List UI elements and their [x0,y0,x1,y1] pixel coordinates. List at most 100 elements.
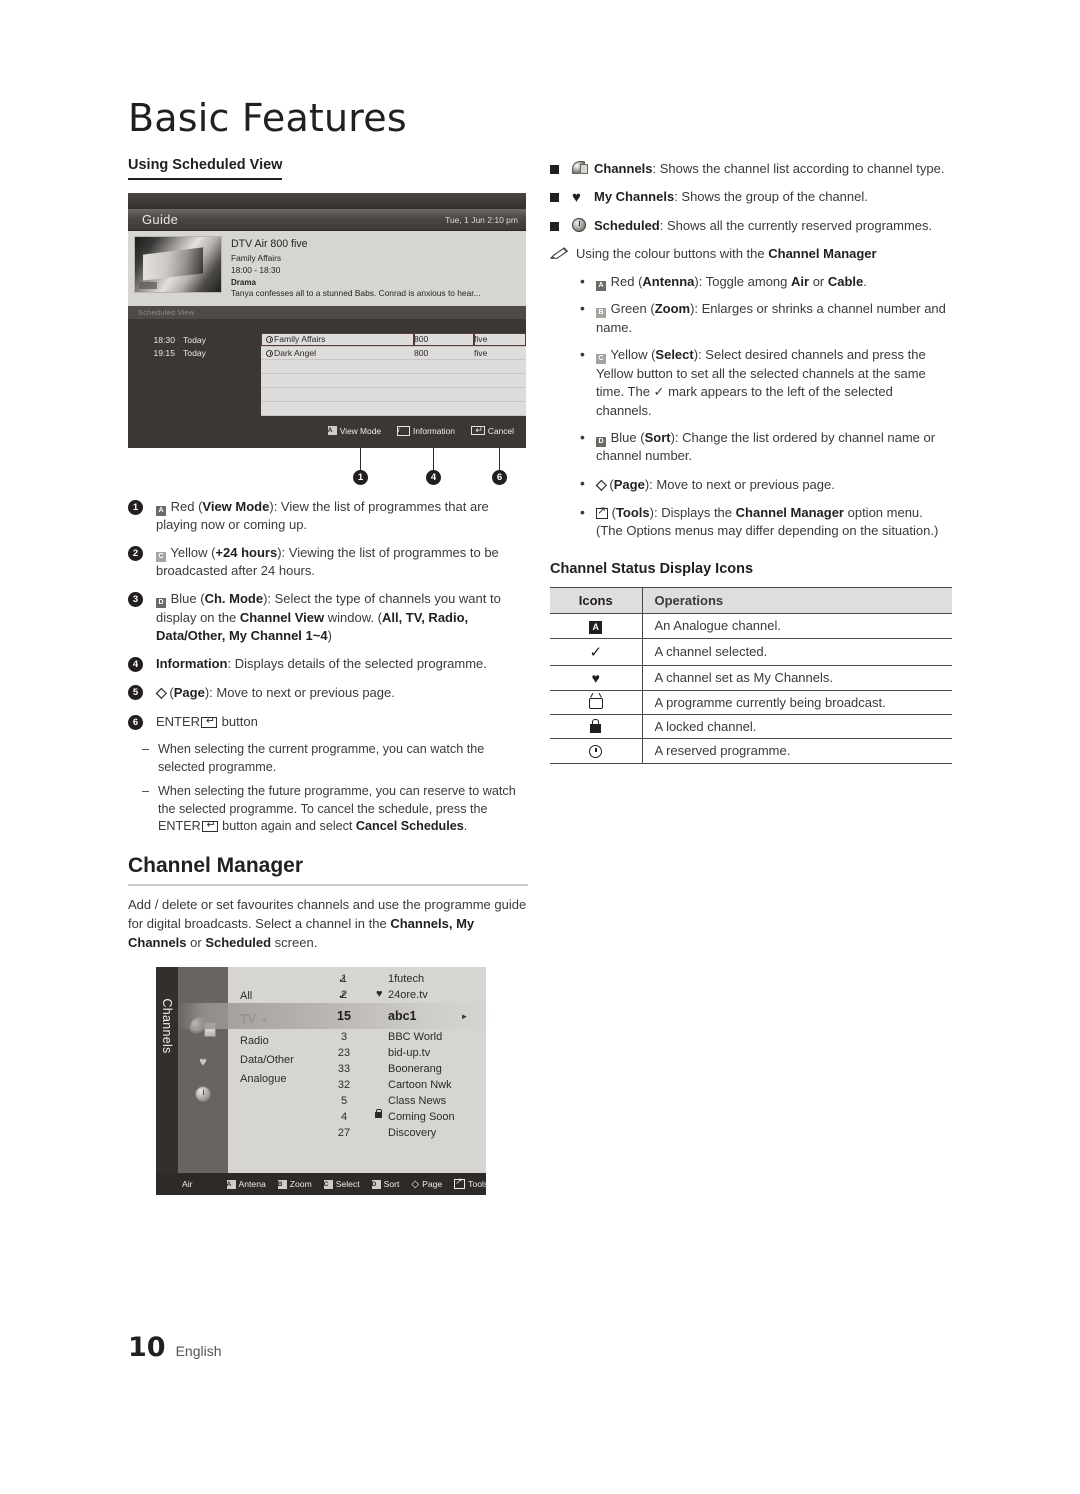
cm-list-item[interactable]: 5 Class News [316,1093,486,1109]
row-day: Today [183,334,206,345]
cm-list-item[interactable]: 4 Coming Soon [316,1109,486,1125]
cm-list-item[interactable]: 23 bid-up.tv [316,1045,486,1061]
cm-group-analogue[interactable]: Analogue [228,1070,316,1089]
guide-key-information[interactable]: i Information [397,425,455,436]
cm-key-zoom[interactable]: B Zoom [277,1179,312,1190]
section-rule [128,884,528,887]
manual-page: Basic Features Using Scheduled View Guid… [0,0,1080,1494]
item-text: ◇ (Page): Move to next or previous page. [156,684,395,701]
guide-top-strip [128,193,526,209]
guide-thumbnail [134,236,222,293]
cm-selected-row[interactable]: 15 abc1 ► [178,1003,490,1030]
operation-cell: An Analogue channel. [642,613,952,639]
cm-list-item[interactable]: 32 Cartoon Nwk [316,1077,486,1093]
cm-key-tools[interactable]: Tools [454,1176,488,1190]
cm-vertical-tab: Channels [156,967,178,1174]
table-row-empty [128,373,526,388]
cm-channel-name: Class News [388,1095,447,1108]
item-text: A Red (View Mode): View the list of prog… [156,498,489,532]
cm-group-tv[interactable]: TV ◄ [228,1006,316,1032]
callout-6: 6 [492,469,507,485]
icons-table-title: Channel Status Display Icons [550,560,754,577]
subsection-heading: Using Scheduled View [128,157,283,180]
table-row: ♥ A channel set as My Channels. [550,665,952,691]
icon-cell: ✓ [550,638,643,666]
cm-selected-name: abc1 [388,1009,417,1024]
colour-key-icon: C [323,1179,333,1189]
check-icon: ✓ [338,990,348,1003]
cm-list-item[interactable]: 3 BBC World [316,1029,486,1045]
key-label: Zoom [289,1179,312,1190]
lock-icon [590,718,602,733]
cm-selected-number: 15 [337,1009,351,1024]
table-row[interactable]: 18:30 Today Family Affairs 800 five [128,333,526,347]
bullet-text: My Channels: Shows the group of the chan… [594,189,868,205]
guide-date: Tue, 1 Jun 2:10 pm [445,214,518,225]
cm-key-page[interactable]: ◇ Page [411,1179,442,1190]
guide-section-label: Scheduled View [128,306,526,320]
cm-list-item[interactable]: ✓ 2 ♥ 24ore.tv [316,987,486,1003]
bullet-square [550,193,559,203]
channel-manager-screenshot: Channels ♥ All TV ◄ Radio Data/Other Analogu… [156,967,490,1196]
numbered-instruction-list: 1 A Red (View Mode): View the list of pro… [128,498,528,731]
square-bullet-item: Scheduled: Shows all the currently reser… [550,217,952,235]
cm-channel-number: 3 [340,1031,348,1044]
operation-cell: A programme currently being broadcast. [642,690,952,715]
section-title: Channel Manager [128,854,304,878]
cm-channel-name: bid-up.tv [388,1047,431,1060]
guide-synopsis: Tanya confesses all to a stunned Babs. C… [231,288,481,299]
row-number: 800 [414,346,474,360]
cm-channel-name: 24ore.tv [388,989,428,1002]
row-number: 800 [414,333,474,347]
cm-channel-number: 27 [337,1127,351,1140]
page-title: Basic Features [128,96,407,140]
cm-group-data-other[interactable]: Data/Other [228,1051,316,1070]
guide-screenshot: Guide Tue, 1 Jun 2:10 pm DTV Air 800 fiv… [128,193,526,448]
cm-body: Channels ♥ All TV ◄ Radio Data/Other Analogu… [156,967,490,1174]
cm-group-all[interactable]: All [228,987,316,1006]
item-number: 6 [128,714,143,730]
row-channel: five [474,346,526,360]
check-icon: ✓ [338,974,348,987]
key-label: Select [335,1179,360,1190]
scheduled-list: 18:30 Today Family Affairs 800 five 19:15 Toda… [128,333,526,416]
bullet-text: Channels: Shows the channel list accordi… [594,161,945,176]
info-key-icon: i [397,425,411,436]
note-text: Using the colour buttons with the Channe… [576,246,877,262]
table-row[interactable]: 19:15 Today Dark Angel 800 five [128,346,526,360]
key-label: View Mode [339,425,382,436]
clock-icon [195,1086,211,1103]
clock-icon [572,217,586,232]
cm-channel-name: Cartoon Nwk [388,1079,452,1092]
cm-key-select[interactable]: C Select [323,1179,360,1190]
item-number: 4 [128,656,143,672]
cm-key-antena[interactable]: A Antena [226,1179,266,1189]
table-header-row: Icons Operations [550,586,952,614]
satellite-dish-icon [190,1017,216,1038]
item-text: D Blue (Ch. Mode): Select the type of ch… [156,591,501,643]
cm-channel-number: 4 [340,1111,348,1124]
cm-list-item[interactable]: 33 Boonerang [316,1061,486,1077]
colour-key-icon: A [226,1179,236,1189]
guide-key-cancel[interactable]: Cancel [470,424,514,436]
colour-button-item: C Yellow (Select): Select desired channe… [580,345,952,420]
icon-cell [550,690,643,715]
row-time: 18:30 [153,334,175,345]
cm-group-radio[interactable]: Radio [228,1032,316,1051]
cm-list-item[interactable]: ✓ 1 1futech [316,971,486,987]
heart-icon: ♥ [376,988,383,1001]
guide-key-view-mode[interactable]: A View Mode [327,425,382,436]
analogue-a-icon: A [589,620,603,634]
col-header-icons: Icons [550,586,643,614]
cm-key-sort[interactable]: D Sort [371,1179,399,1189]
instruction-item-1: 1 A Red (View Mode): View the list of pro… [128,498,528,534]
guide-programme: Family Affairs [231,253,282,264]
table-row-empty [128,387,526,402]
item-text: C Yellow (+24 hours): Viewing the list o… [156,545,499,579]
cm-list-item[interactable]: 27 Discovery [316,1125,486,1141]
guide-footer-bar: AView Mode iInformation Cancel [128,415,526,448]
row-programme: Family Affairs [261,333,414,347]
pencil-icon [550,247,569,260]
icon-cell: ♥ [550,665,643,691]
cm-channel-name: Coming Soon [388,1111,455,1124]
